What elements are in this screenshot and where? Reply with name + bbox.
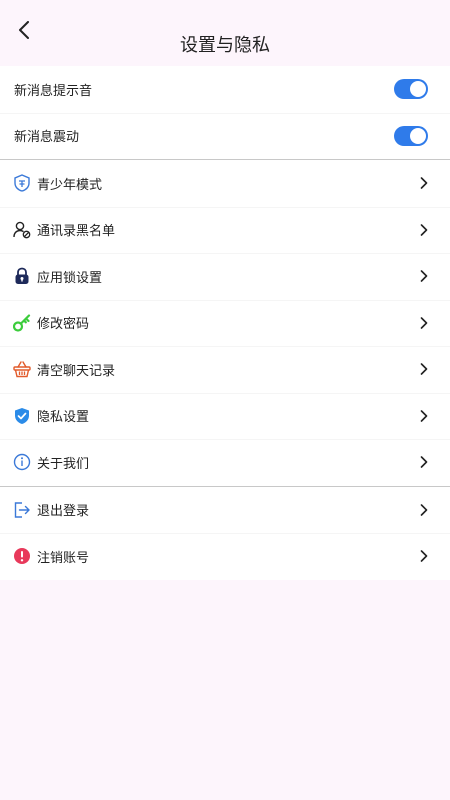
youth-shield-icon [13, 174, 31, 192]
chevron-right-icon [420, 362, 430, 376]
chevron-right-icon [420, 223, 430, 237]
setting-row-sound: 新消息提示音 [0, 66, 450, 113]
chevron-right-icon [420, 269, 430, 283]
menu-label: 通讯录黑名单 [37, 224, 116, 240]
menu-label: 青少年模式 [37, 177, 103, 193]
top-bar: 设置与隐私 [0, 0, 450, 66]
basket-icon [13, 360, 31, 378]
alert-icon [13, 547, 31, 565]
key-icon [13, 314, 31, 332]
menu-label: 隐私设置 [37, 410, 90, 426]
vibrate-toggle[interactable] [394, 125, 428, 146]
toggle-knob [410, 127, 426, 144]
setting-row-vibrate: 新消息震动 [0, 112, 450, 159]
menu-label: 关于我们 [37, 456, 90, 472]
account-actions: 退出登录 注销账号 [0, 486, 450, 580]
menu-item-privacy[interactable]: 隐私设置 [0, 392, 450, 439]
info-icon [13, 453, 31, 471]
menu-list: 青少年模式 通讯录黑名单 应用锁设置 修改密码 清空聊天记录 隐私设置 关于我们 [0, 160, 450, 486]
menu-item-change-password[interactable]: 修改密码 [0, 299, 450, 346]
chevron-right-icon [420, 455, 430, 469]
chevron-right-icon [420, 503, 430, 517]
lock-icon [13, 267, 31, 285]
menu-label: 退出登录 [37, 504, 90, 520]
menu-item-youth-mode[interactable]: 青少年模式 [0, 160, 450, 207]
page-title: 设置与隐私 [180, 35, 270, 56]
chevron-right-icon [420, 549, 430, 563]
chevron-right-icon [420, 316, 430, 330]
menu-label: 注销账号 [37, 550, 90, 566]
menu-label: 修改密码 [37, 317, 90, 333]
setting-label: 新消息震动 [14, 130, 80, 146]
menu-item-delete-account[interactable]: 注销账号 [0, 533, 450, 580]
toggle-knob [410, 81, 426, 98]
chevron-right-icon [420, 176, 430, 190]
sound-toggle[interactable] [394, 79, 428, 100]
logout-icon [13, 501, 31, 519]
menu-item-app-lock[interactable]: 应用锁设置 [0, 253, 450, 300]
chevron-right-icon [420, 409, 430, 423]
notification-settings: 新消息提示音 新消息震动 [0, 66, 450, 159]
setting-label: 新消息提示音 [14, 83, 93, 99]
menu-label: 应用锁设置 [37, 270, 103, 286]
menu-item-clear-chat[interactable]: 清空聊天记录 [0, 346, 450, 393]
user-block-icon [13, 221, 31, 239]
menu-item-logout[interactable]: 退出登录 [0, 486, 450, 533]
menu-item-blacklist[interactable]: 通讯录黑名单 [0, 206, 450, 253]
menu-label: 清空聊天记录 [37, 363, 116, 379]
shield-check-icon [13, 407, 31, 425]
menu-item-about[interactable]: 关于我们 [0, 439, 450, 486]
